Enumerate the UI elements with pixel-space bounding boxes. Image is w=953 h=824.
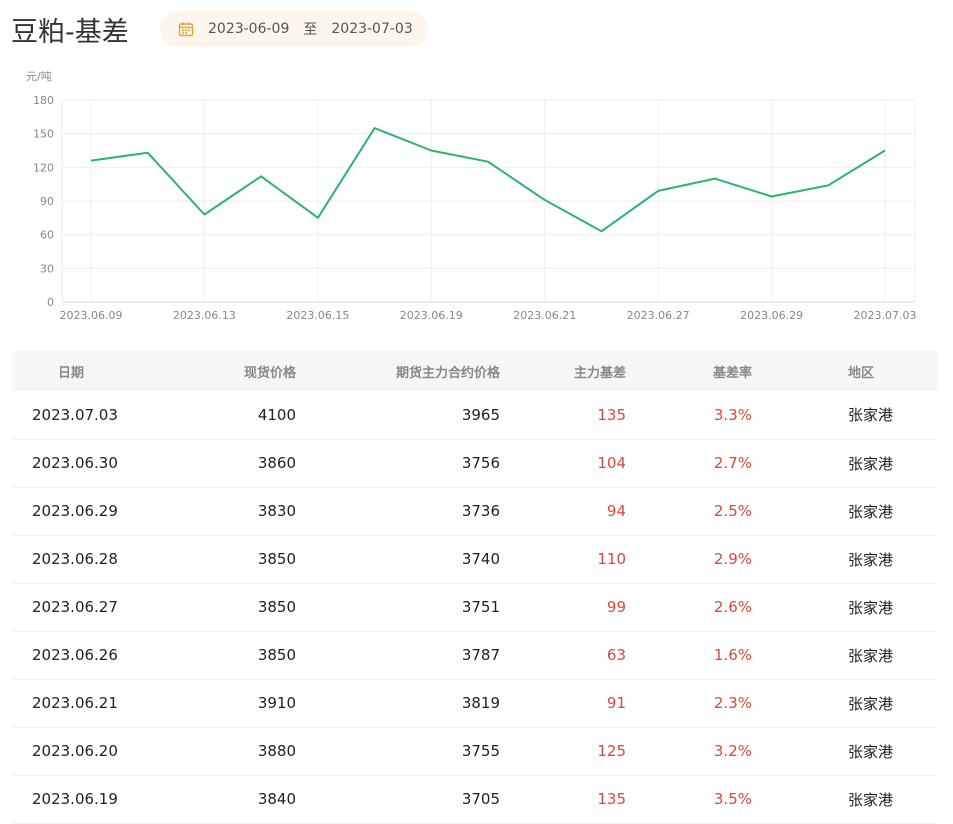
cell-basis-rate: 2.6% [713, 598, 752, 616]
cell-region: 张家港 [848, 454, 894, 473]
cell-basis-rate: 2.3% [713, 694, 752, 712]
header-basis-rate: 基差率 [712, 365, 752, 381]
date-separator: 至 [303, 22, 318, 38]
table-row: 2023.06.28 3850 3740 110 2.9% 张家港 [12, 535, 938, 583]
cell-basis-rate: 3.3% [713, 405, 752, 424]
cell-date: 2023.06.20 [32, 742, 118, 760]
start-date[interactable]: 2023-06-09 [208, 21, 289, 37]
cell-spot-price: 3850 [257, 646, 296, 664]
y-axis-label: 元/吨 [26, 70, 52, 83]
cell-futures-price: 3740 [461, 550, 500, 568]
cell-spot-price: 3830 [257, 502, 296, 520]
x-tick-label: 2023.06.15 [286, 309, 349, 322]
cell-spot-price: 3840 [257, 790, 296, 808]
header-basis: 主力基差 [573, 365, 626, 381]
x-tick-label: 2023.06.19 [400, 309, 463, 322]
cell-spot-price: 3850 [257, 550, 296, 568]
x-tick-label: 2023.06.27 [627, 309, 690, 322]
cell-basis: 99 [606, 598, 626, 616]
cell-region: 张家港 [848, 502, 894, 521]
cell-basis-rate: 2.9% [713, 550, 752, 568]
cell-basis: 110 [597, 550, 626, 568]
cell-futures-price: 3787 [461, 646, 500, 664]
table-row: 2023.06.30 3860 3756 104 2.7% 张家港 [12, 439, 938, 487]
cell-region: 张家港 [848, 646, 894, 665]
y-tick-label: 120 [33, 161, 54, 174]
y-tick-label: 30 [40, 262, 54, 275]
cell-date: 2023.06.19 [32, 790, 118, 808]
page-title: 豆粕-基差 [11, 17, 129, 48]
cell-basis-rate: 3.5% [713, 790, 752, 808]
cell-basis-rate: 1.6% [713, 646, 752, 664]
cell-basis: 125 [597, 742, 626, 760]
cell-date: 2023.06.29 [32, 502, 118, 520]
table-row: 2023.06.20 3880 3755 125 3.2% 张家港 [12, 727, 938, 775]
table-row: 2023.06.19 3840 3705 135 3.5% 张家港 [12, 775, 938, 823]
cell-futures-price: 3756 [461, 454, 500, 472]
cell-region: 张家港 [848, 406, 894, 425]
chart-svg: 0 30 60 90 120 150 180 元/吨 2023.06.09 2023.06.13 2… [26, 70, 917, 322]
x-tick-label: 2023.07.03 [854, 309, 917, 322]
end-date[interactable]: 2023-07-03 [331, 21, 412, 37]
series-line [90, 127, 886, 233]
cell-basis: 63 [606, 646, 626, 664]
cell-spot-price: 3850 [257, 598, 296, 616]
basis-table: 日期 现货价格 期货主力合约价格 主力基差 基差率 地区 2023.07.03 … [12, 351, 938, 824]
cell-date: 2023.06.28 [32, 550, 118, 568]
cell-futures-price: 3705 [461, 790, 500, 808]
cell-futures-price: 3736 [461, 502, 500, 520]
cell-date: 2023.06.27 [32, 598, 118, 616]
x-tick-label: 2023.06.09 [60, 309, 123, 322]
cell-basis: 91 [606, 694, 626, 712]
table-row: 2023.06.29 3830 3736 94 2.5% 张家港 [12, 487, 938, 535]
table-row: 2023.06.26 3850 3787 63 1.6% 张家港 [12, 631, 938, 679]
cell-basis: 94 [606, 502, 626, 520]
x-tick-label: 2023.06.21 [513, 309, 576, 322]
basis-line-chart: 0 30 60 90 120 150 180 元/吨 2023.06.09 2023.06.13 2… [0, 60, 953, 340]
header-spot-price: 现货价格 [243, 365, 296, 381]
cell-futures-price: 3819 [461, 694, 500, 712]
y-tick-label: 90 [40, 195, 54, 208]
y-tick-label: 180 [33, 94, 54, 107]
header-date: 日期 [58, 365, 85, 381]
cell-region: 张家港 [848, 550, 894, 569]
cell-spot-price: 3910 [257, 694, 296, 712]
x-tick-label: 2023.06.29 [740, 309, 803, 322]
cell-date: 2023.07.03 [32, 405, 118, 424]
cell-futures-price: 3751 [461, 598, 500, 616]
table-row: 2023.07.03 4100 3965 135 3.3% 张家港 [12, 391, 938, 439]
cell-region: 张家港 [848, 790, 894, 809]
y-tick-label: 150 [33, 128, 54, 141]
cell-basis: 135 [597, 790, 626, 808]
header-region: 地区 [848, 365, 875, 381]
date-range-picker[interactable]: 2023-06-09 至 2023-07-03 [160, 11, 428, 47]
cell-region: 张家港 [848, 742, 894, 761]
cell-basis-rate: 3.2% [713, 742, 752, 760]
cell-region: 张家港 [848, 598, 894, 617]
cell-date: 2023.06.21 [32, 694, 118, 712]
cell-futures-price: 3755 [461, 742, 500, 760]
cell-region: 张家港 [848, 694, 894, 713]
cell-basis: 104 [597, 454, 626, 472]
cell-futures-price: 3965 [461, 405, 500, 424]
table-row: 2023.06.21 3910 3819 91 2.3% 张家港 [12, 679, 938, 727]
cell-date: 2023.06.26 [32, 646, 118, 664]
table-header-row: 日期 现货价格 期货主力合约价格 主力基差 基差率 地区 [12, 351, 938, 391]
table-row: 2023.06.27 3850 3751 99 2.6% 张家港 [12, 583, 938, 631]
cell-spot-price: 3880 [257, 742, 296, 760]
header-futures-price: 期货主力合约价格 [395, 365, 500, 381]
y-tick-label: 0 [47, 296, 54, 309]
x-tick-label: 2023.06.13 [173, 309, 236, 322]
cell-spot-price: 3860 [257, 454, 296, 472]
cell-date: 2023.06.30 [32, 454, 118, 472]
cell-basis: 135 [597, 405, 626, 424]
cell-spot-price: 4100 [257, 405, 296, 424]
y-tick-label: 60 [40, 229, 54, 242]
calendar-icon [178, 21, 194, 37]
cell-basis-rate: 2.7% [713, 454, 752, 472]
cell-basis-rate: 2.5% [713, 502, 752, 520]
